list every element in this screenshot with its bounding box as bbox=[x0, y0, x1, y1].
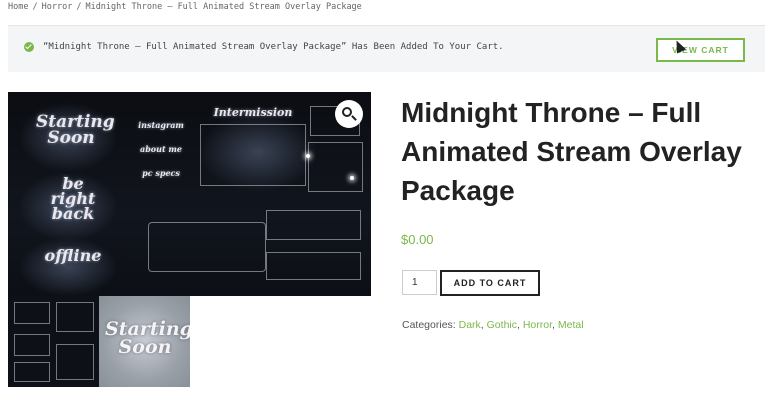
product-thumbnail-2[interactable]: Starting Soon bbox=[99, 296, 190, 387]
breadcrumb-horror-link[interactable]: Horror bbox=[42, 2, 73, 12]
about-me-label-art: about me bbox=[140, 144, 182, 154]
product-title: Midnight Throne – Full Animated Stream O… bbox=[401, 97, 742, 206]
breadcrumb-separator: / bbox=[76, 2, 82, 12]
category-link-gothic[interactable]: Gothic bbox=[487, 319, 517, 331]
pc-specs-label-art: pc specs bbox=[142, 168, 180, 178]
product-categories: Categories: Dark, Gothic, Horror, Metal bbox=[402, 319, 584, 331]
category-link-metal[interactable]: Metal bbox=[558, 319, 584, 331]
starting-soon-thumb-art: Starting Soon bbox=[105, 318, 190, 359]
wide-frame bbox=[148, 222, 266, 272]
product-thumbnail-1[interactable] bbox=[8, 296, 99, 387]
product-main-image[interactable]: Starting Soon be right back offline inst… bbox=[8, 92, 371, 296]
quantity-input[interactable] bbox=[402, 270, 437, 295]
intermission-frame bbox=[200, 124, 306, 186]
cart-notice: “Midnight Throne – Full Animated Stream … bbox=[8, 25, 765, 72]
breadcrumb: Home / Horror / Midnight Throne – Full Anima… bbox=[8, 2, 362, 12]
check-circle-icon bbox=[24, 42, 34, 52]
add-to-cart-button[interactable]: ADD TO CART bbox=[440, 270, 540, 296]
breadcrumb-separator: / bbox=[32, 2, 38, 12]
starting-soon-art: Starting Soon bbox=[36, 112, 115, 149]
be-right-back-art: be right back bbox=[50, 174, 96, 224]
zoom-button[interactable] bbox=[335, 100, 363, 128]
offline-art: offline bbox=[44, 246, 102, 265]
view-cart-button[interactable]: VIEW CART bbox=[656, 38, 745, 62]
breadcrumb-current: Midnight Throne – Full Animated Stream O… bbox=[85, 2, 362, 12]
webcam-frame bbox=[308, 142, 363, 192]
intermission-art: Intermission bbox=[213, 106, 293, 119]
category-link-horror[interactable]: Horror bbox=[523, 319, 552, 331]
product-price: $0.00 bbox=[401, 232, 434, 247]
cart-notice-message: “Midnight Throne – Full Animated Stream … bbox=[43, 42, 504, 52]
new-follower-banner bbox=[266, 210, 361, 240]
breadcrumb-home-link[interactable]: Home bbox=[8, 2, 28, 12]
categories-label: Categories: bbox=[402, 319, 456, 331]
instagram-label-art: instagram bbox=[138, 120, 184, 130]
category-link-dark[interactable]: Dark bbox=[459, 319, 481, 331]
new-subscriber-banner bbox=[266, 252, 361, 280]
